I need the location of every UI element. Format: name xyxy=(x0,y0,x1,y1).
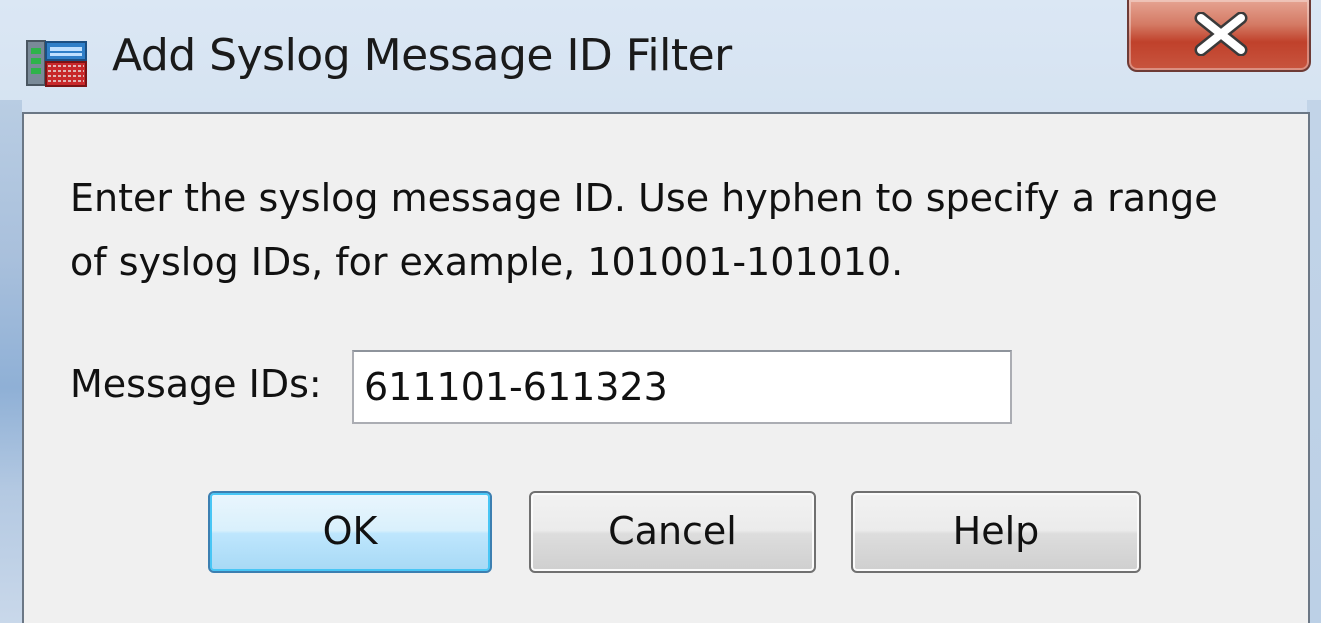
dialog-body: Enter the syslog message ID. Use hyphen … xyxy=(22,112,1310,623)
ok-button[interactable]: OK xyxy=(208,491,492,573)
window-frame-left xyxy=(0,100,22,623)
dialog-window: Add Syslog Message ID Filter Enter the s… xyxy=(0,0,1321,623)
close-icon xyxy=(1194,12,1248,56)
message-ids-input[interactable] xyxy=(352,350,1012,424)
message-ids-label: Message IDs: xyxy=(70,362,322,406)
cancel-button[interactable]: Cancel xyxy=(529,491,816,573)
instruction-text: Enter the syslog message ID. Use hyphen … xyxy=(70,166,1270,294)
instruction-line-1: Enter the syslog message ID. Use hyphen … xyxy=(70,176,1218,220)
close-button[interactable] xyxy=(1127,0,1311,72)
title-bar[interactable]: Add Syslog Message ID Filter xyxy=(0,0,1321,112)
instruction-line-2: of syslog IDs, for example, 101001-10101… xyxy=(70,240,904,284)
help-button[interactable]: Help xyxy=(851,491,1141,573)
syslog-filter-icon xyxy=(26,38,88,88)
window-title: Add Syslog Message ID Filter xyxy=(112,30,732,81)
